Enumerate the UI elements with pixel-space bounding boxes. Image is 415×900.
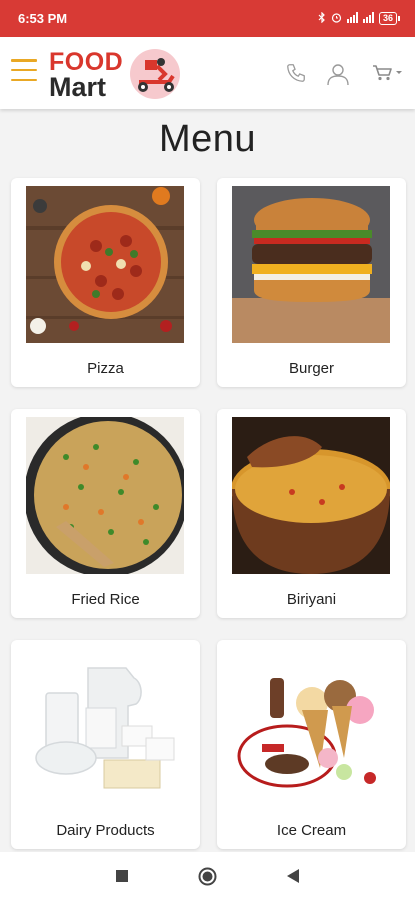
bluetooth-icon — [318, 11, 326, 26]
biriyani-image — [232, 417, 390, 574]
menu-card-label: Dairy Products — [56, 822, 155, 839]
pizza-image — [26, 186, 184, 343]
status-icons: 36 — [318, 11, 401, 26]
menu-card-biriyani[interactable]: Biriyani — [217, 409, 406, 618]
menu-card-label: Burger — [288, 360, 335, 377]
user-icon[interactable] — [326, 62, 350, 86]
hamburger-menu-icon[interactable] — [11, 59, 37, 81]
recent-apps-icon[interactable] — [115, 869, 129, 883]
battery-icon: 36 — [378, 12, 401, 25]
cart-icon[interactable] — [372, 64, 404, 82]
delivery-scooter-icon — [130, 49, 180, 99]
menu-card-label: Biriyani — [286, 591, 337, 608]
menu-card-burger[interactable]: Burger — [217, 178, 406, 387]
android-nav-bar — [0, 852, 415, 900]
signal-icon-2 — [362, 11, 374, 26]
signal-icon — [346, 11, 358, 26]
page-title: Menu — [158, 118, 257, 160]
back-icon[interactable] — [286, 868, 300, 884]
phone-icon[interactable] — [285, 62, 307, 84]
dairy-products-image — [26, 648, 184, 805]
alarm-icon — [331, 12, 342, 26]
home-icon[interactable] — [198, 867, 217, 886]
menu-card-label: Ice Cream — [276, 822, 347, 839]
menu-card-ice-cream[interactable]: Ice Cream — [217, 640, 406, 849]
fried-rice-image — [26, 417, 184, 574]
app-header: FOOD Mart — [0, 37, 415, 109]
menu-card-fried-rice[interactable]: Fried Rice — [11, 409, 200, 618]
menu-card-label: Fried Rice — [71, 591, 140, 608]
food-mart-logo[interactable]: FOOD Mart — [49, 47, 181, 102]
logo-mart-text: Mart — [49, 72, 107, 102]
status-time: 6:53 PM — [18, 11, 68, 26]
menu-card-dairy-products[interactable]: Dairy Products — [11, 640, 200, 849]
burger-image — [232, 186, 390, 343]
menu-card-pizza[interactable]: Pizza — [11, 178, 200, 387]
menu-card-label: Pizza — [87, 360, 124, 377]
ice-cream-image — [232, 648, 390, 805]
status-bar: 6:53 PM 36 — [0, 0, 415, 37]
